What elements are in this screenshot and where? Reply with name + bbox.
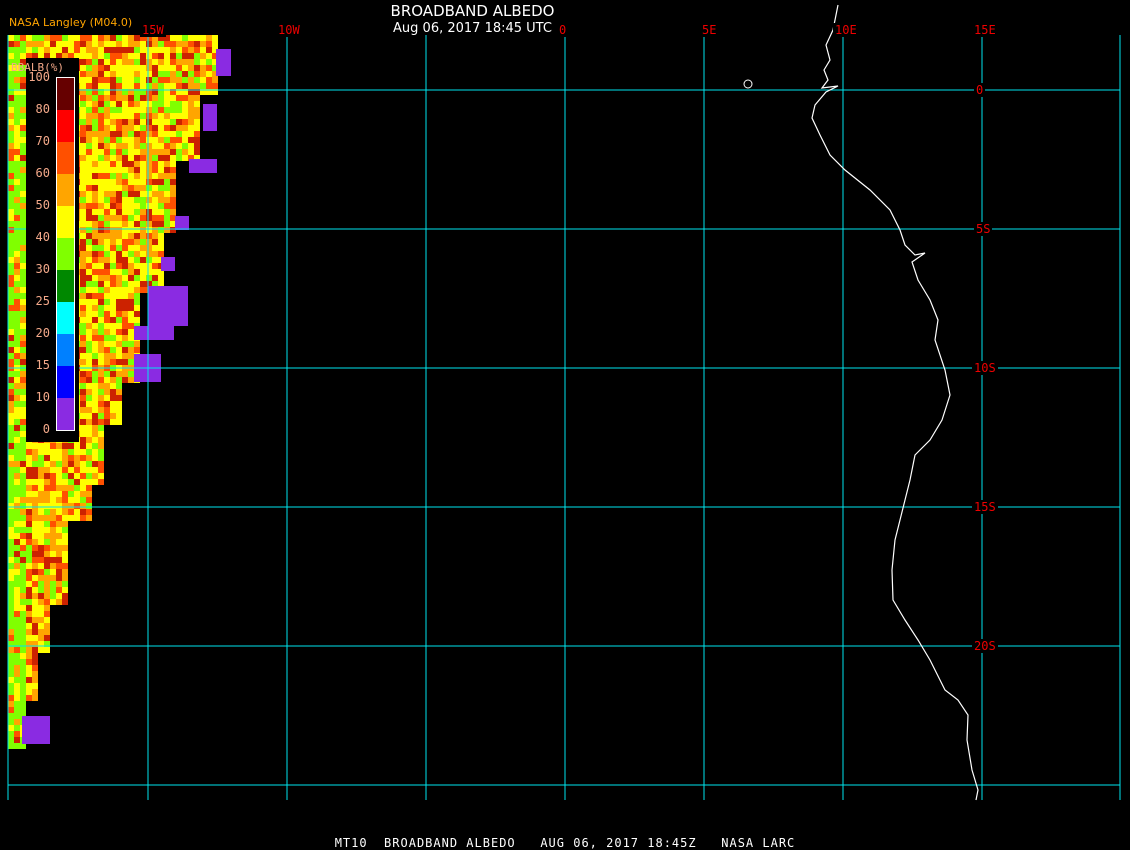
low-albedo-block <box>148 286 188 326</box>
color-bar <box>56 77 75 431</box>
lat-label: 15S <box>972 500 998 514</box>
low-albedo-block <box>22 716 50 744</box>
legend-tick: 40 <box>35 230 50 244</box>
lon-label: 15W <box>140 23 166 37</box>
color-bar-segment <box>57 174 74 206</box>
color-bar-segment <box>57 78 74 110</box>
legend-tick: 30 <box>35 262 50 276</box>
lon-label: 10E <box>833 23 859 37</box>
color-bar-segment <box>57 270 74 302</box>
map-title: BROADBAND ALBEDO <box>390 2 555 20</box>
legend-tick: 15 <box>35 358 50 372</box>
color-bar-segment <box>57 238 74 270</box>
lat-label: 0 <box>974 83 986 97</box>
coastline <box>811 4 979 801</box>
island <box>743 79 753 89</box>
color-bar-segment <box>57 302 74 334</box>
legend-tick: 50 <box>35 198 50 212</box>
low-albedo-block <box>203 104 217 131</box>
legend-tick: 60 <box>35 166 50 180</box>
color-bar-segment <box>57 206 74 238</box>
low-albedo-block <box>189 159 217 173</box>
lon-label: 10W <box>276 23 302 37</box>
color-bar-segment <box>57 142 74 174</box>
legend-tick: 25 <box>35 294 50 308</box>
lat-label: 20S <box>972 639 998 653</box>
footer-caption: MT10 BROADBAND ALBEDO AUG 06, 2017 18:45… <box>334 836 796 850</box>
low-albedo-block <box>134 326 174 340</box>
color-bar-segment <box>57 334 74 366</box>
legend-tick: 70 <box>35 134 50 148</box>
legend-tick: 20 <box>35 326 50 340</box>
lon-label: 15E <box>972 23 998 37</box>
color-bar-segment <box>57 398 74 430</box>
low-albedo-block <box>216 49 231 76</box>
lon-label: 0 <box>557 23 569 37</box>
lat-label: 10S <box>972 361 998 375</box>
color-bar-segment <box>57 366 74 398</box>
low-albedo-block <box>161 257 175 271</box>
low-albedo-block <box>175 216 189 230</box>
albedo-map <box>7 4 1121 801</box>
legend-tick: 10 <box>35 390 50 404</box>
legend-tick: 100 <box>28 70 50 84</box>
color-bar-segment <box>57 110 74 142</box>
legend-tick: 80 <box>35 102 50 116</box>
credit-label: NASA Langley (M04.0) <box>9 16 133 29</box>
legend-tick: 0 <box>42 422 50 436</box>
lat-label: 5S <box>974 222 993 236</box>
lon-label: 5E <box>700 23 719 37</box>
